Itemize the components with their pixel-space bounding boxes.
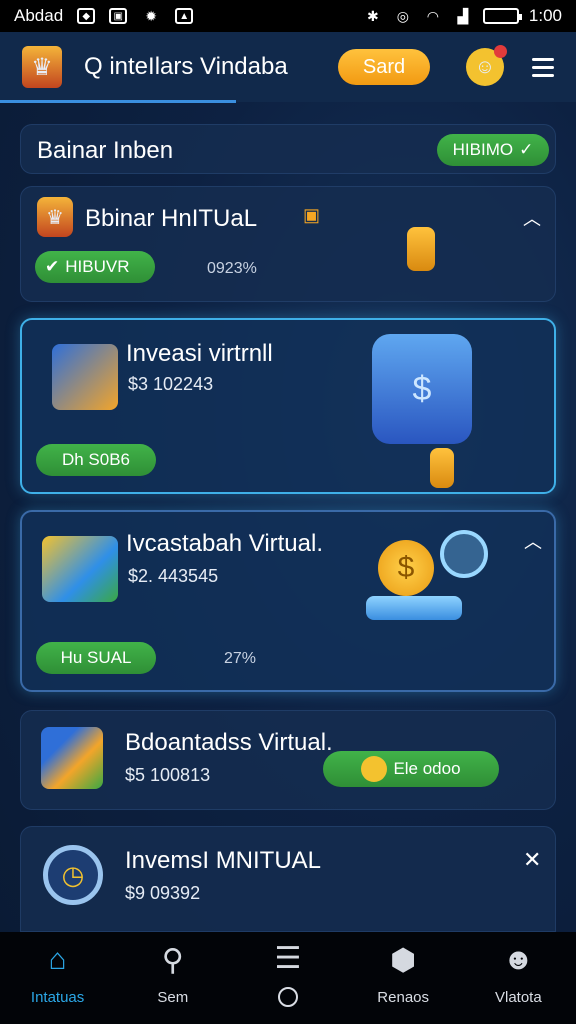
bottom-navigation: ⌂ Intatuas ⚲ Sem ☰ ⬢ Renaos ☻ Vlatota <box>0 932 576 1024</box>
save-button[interactable]: Sard <box>338 49 430 85</box>
settings-icon: ✹ <box>145 7 158 24</box>
nav-item-center[interactable]: ☰ <box>238 941 338 1007</box>
card-binar-virtual[interactable]: ♛ Bbinar HnITUaL ▣ ︿ ✔ HIBUVR 0923% <box>20 186 556 302</box>
king-avatar-icon: ♛ <box>37 197 73 237</box>
clock-icon: ◷ <box>43 845 103 905</box>
user-avatar[interactable]: ☺ <box>466 45 507 86</box>
coin-icon <box>361 756 388 782</box>
card-investasi-virtual-3[interactable]: ◷ InvemsI MNITUAL $9 09392 ✕ <box>20 826 556 932</box>
summary-title: Bainar Inben <box>37 137 174 164</box>
card-action-label: Ele odoo <box>393 759 461 778</box>
home-indicator-circle[interactable] <box>277 987 298 1007</box>
notification-dot <box>494 45 507 58</box>
alarm-icon: ◎ <box>396 7 410 24</box>
wallet-icon: ▣ <box>303 205 321 225</box>
nav-item-renaos[interactable]: ⬢ Renaos <box>353 943 453 1006</box>
card-action-button[interactable]: Dh S0B6 <box>36 444 156 476</box>
nav-item-home[interactable]: ⌂ Intatuas <box>8 943 108 1006</box>
status-button[interactable]: ✔ HIBUVR <box>35 251 155 283</box>
status-label: HIBUVR <box>65 257 130 276</box>
clock: 1:00 <box>528 6 562 25</box>
profile-icon: ☻ <box>502 942 535 976</box>
filter-icon: ☰ <box>274 942 302 975</box>
nav-label: Intatuas <box>30 988 85 1006</box>
nav-item-search[interactable]: ⚲ Sem <box>123 943 223 1006</box>
chevron-up-icon[interactable]: ︿ <box>523 205 541 231</box>
blocks-illustration-icon <box>42 536 118 602</box>
server-illustration-icon <box>52 344 118 410</box>
chevron-up-icon[interactable]: ︿ <box>524 528 542 554</box>
home-icon: ⌂ <box>48 942 67 976</box>
bluetooth-icon: ✱ <box>367 7 379 24</box>
app-header: ♛ Q inteIlars Vindaba Sard ☺ <box>0 32 576 102</box>
nav-item-profile[interactable]: ☻ Vlatota <box>468 943 568 1006</box>
check-circle-icon: ✔ <box>45 257 60 276</box>
summary-badge-label: HIBIMO <box>452 140 514 159</box>
coin-stack-icon <box>407 227 435 271</box>
card-amount: $5 100813 <box>125 765 211 785</box>
card-title: Ivcastabah Virtual. <box>126 530 324 557</box>
card-title: Bbinar HnITUaL <box>85 205 258 232</box>
summary-badge-button[interactable]: HIBIMO ✓ <box>437 134 549 166</box>
magnifier-icon <box>440 530 488 578</box>
card-action-button[interactable]: Ele odoo <box>323 751 499 787</box>
card-amount: $3 102243 <box>128 374 214 394</box>
gold-bar-icon <box>430 448 454 488</box>
nav-label: Vlatota <box>494 988 542 1006</box>
platform-icon <box>366 596 462 620</box>
image-icon: ▲ <box>175 8 194 24</box>
search-icon: ⚲ <box>161 943 184 977</box>
wifi-icon: ◠ <box>426 7 440 24</box>
summary-card: Bainar Inben HIBIMO ✓ <box>20 124 556 174</box>
box-icon: ⬢ <box>390 943 417 977</box>
battery-icon <box>482 8 522 24</box>
card-action-button[interactable]: Hu SUAL <box>36 642 156 674</box>
photo-icon: ▣ <box>109 8 128 24</box>
card-title: Bdoantadss Virtual. <box>125 729 333 756</box>
card-amount: $2. 443545 <box>128 566 219 586</box>
menu-icon[interactable] <box>532 57 554 77</box>
dollar-vault-icon: $ <box>372 334 472 444</box>
search-text[interactable]: Q inteIlars Vindaba <box>84 53 288 81</box>
card-percent: 27% <box>224 650 257 667</box>
search-bar[interactable]: Q inteIlars Vindaba <box>84 53 288 81</box>
card-amount: $9 09392 <box>125 883 201 903</box>
carrier-label: Abdad <box>14 6 64 25</box>
close-icon[interactable]: ✕ <box>523 847 541 873</box>
notification-icon: ◆ <box>77 8 96 24</box>
dollar-coin-icon: $ <box>378 540 434 596</box>
status-bar: Abdad ◆ ▣ ✹ ▲ ✱ ◎ ◠ ▟ 1:00 <box>0 0 576 32</box>
card-percent: 0923% <box>207 260 257 277</box>
nav-label: Renaos <box>377 988 429 1006</box>
cube-stack-icon <box>41 727 103 789</box>
app-logo[interactable]: ♛ <box>22 46 62 88</box>
active-tab-indicator <box>0 100 236 103</box>
card-investasi-virtual-2[interactable]: Ivcastabah Virtual. $2. 443545 ︿ $ Hu SU… <box>20 510 556 692</box>
card-investasi-virtual[interactable]: Inveasi virtrnll $3 102243 $ Dh S0B6 <box>20 318 556 494</box>
card-bdoantadss-virtual[interactable]: Bdoantadss Virtual. $5 100813 Ele odoo <box>20 710 556 810</box>
signal-icon: ▟ <box>457 7 469 24</box>
nav-label: Sem <box>157 988 189 1006</box>
check-icon: ✓ <box>519 140 534 159</box>
card-title: Inveasi virtrnll <box>126 340 273 367</box>
card-title: InvemsI MNITUAL <box>125 847 322 874</box>
